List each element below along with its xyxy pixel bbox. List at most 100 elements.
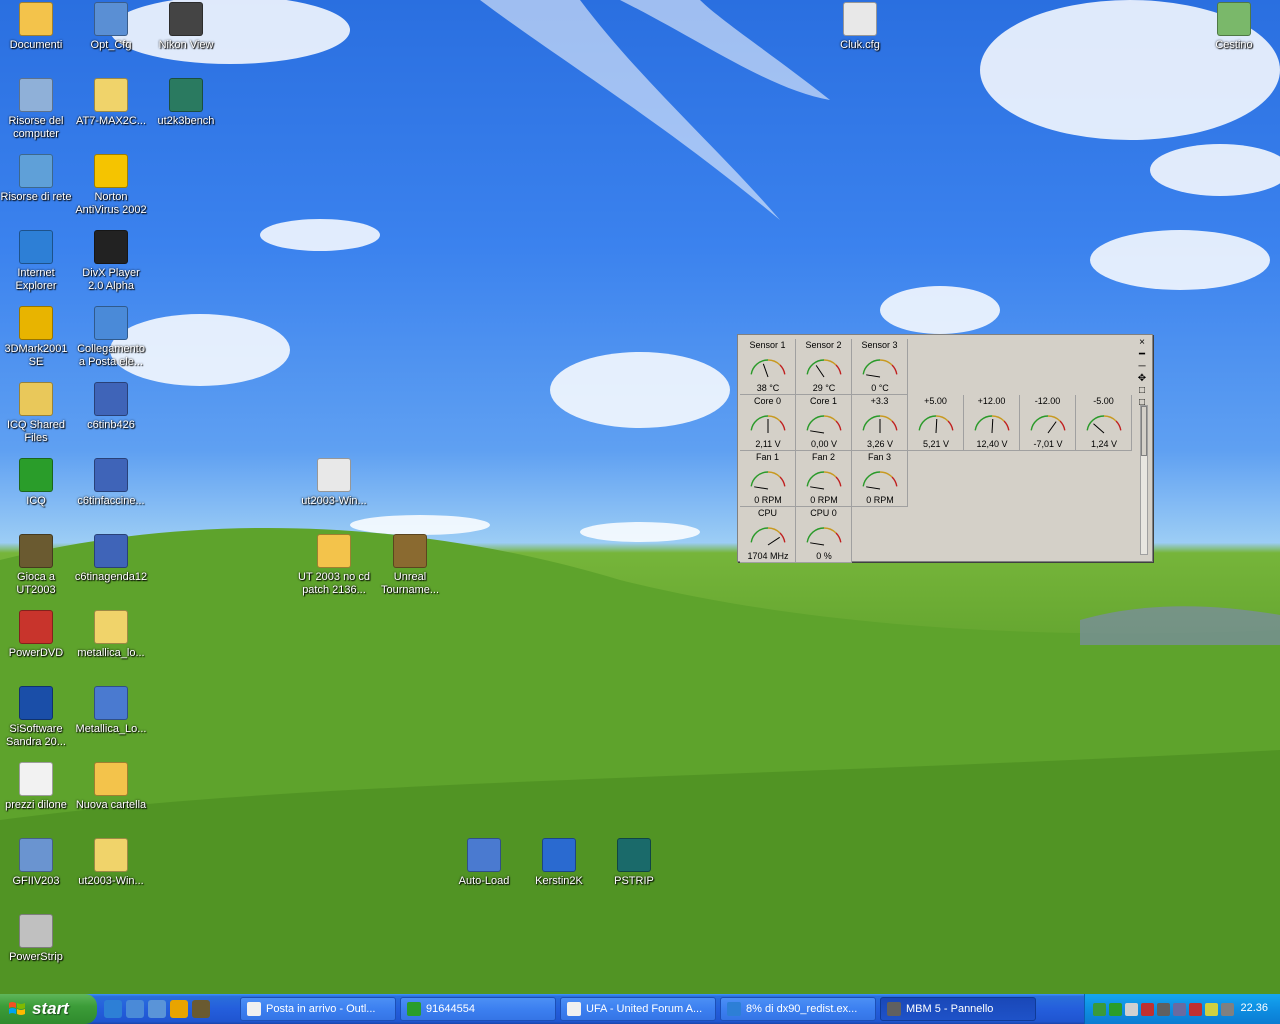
gfi-icon <box>19 838 53 872</box>
mbm-scrollbar[interactable] <box>1140 405 1148 555</box>
gauge-value: 1,24 V <box>1090 439 1118 449</box>
desktop-icon[interactable]: PSTRIP <box>596 838 672 888</box>
media-player-quick-icon[interactable] <box>170 1000 188 1018</box>
taskbar-button[interactable]: Posta in arrivo - Outl... <box>240 997 396 1021</box>
desktop-icon[interactable]: Cluk.cfg <box>822 2 898 52</box>
gauge-dial <box>750 415 786 433</box>
mbm-gauge-cell[interactable]: Core 1 0,00 V <box>796 395 852 451</box>
desktop-icon[interactable]: Risorse del computer <box>0 78 74 141</box>
desktop-icon[interactable]: Opt_Cfg <box>73 2 149 52</box>
desktop-icon[interactable]: ICQ Shared Files <box>0 382 74 445</box>
mbm-gauge-cell[interactable]: Sensor 1 38 °C <box>740 339 796 395</box>
taskbar-button[interactable]: 8% di dx90_redist.ex... <box>720 997 876 1021</box>
gauge-needle <box>767 536 780 546</box>
mbm-close-button[interactable]: × <box>1135 338 1149 349</box>
mbm-panel-window[interactable]: Sensor 1 38 °C Sensor 2 29 °C Sensor 3 0 °C Co… <box>737 334 1153 563</box>
mbm-gauge-cell[interactable]: +12.00 12,40 V <box>964 395 1020 451</box>
installer-icon <box>94 382 128 416</box>
start-button[interactable]: start <box>0 994 97 1024</box>
taskbar-button[interactable]: UFA - United Forum A... <box>560 997 716 1021</box>
desktop-quick-icon[interactable] <box>148 1000 166 1018</box>
desktop-icon[interactable]: Unreal Tourname... <box>372 534 448 597</box>
unreal-icon <box>19 534 53 568</box>
taskbar-button[interactable]: MBM 5 - Pannello <box>880 997 1036 1021</box>
desktop-icon[interactable]: c6tinfaccine... <box>73 458 149 508</box>
desktop-icon[interactable]: PowerStrip <box>0 914 74 964</box>
system-tray: 22.36 <box>1084 994 1280 1024</box>
mbm-move-icon[interactable]: ✥ <box>1135 374 1149 385</box>
mbm-gauge-cell[interactable]: Fan 1 0 RPM <box>740 451 796 507</box>
desktop-icon-label: c6tinagenda12 <box>74 571 148 583</box>
desktop-icon[interactable]: Auto-Load <box>446 838 522 888</box>
desktop-icon[interactable]: c6tinb426 <box>73 382 149 432</box>
mbm-line-icon[interactable]: ─ <box>1135 362 1149 373</box>
desktop-icon[interactable]: Risorse di rete <box>0 154 74 204</box>
mbm-lock-icon[interactable]: □ <box>1135 386 1149 397</box>
mbm-gauge-cell[interactable]: +3.3 3,26 V <box>852 395 908 451</box>
mbm-gauge-cell[interactable]: -12.00 -7,01 V <box>1020 395 1076 451</box>
desktop-icon[interactable]: UT 2003 no cd patch 2136... <box>296 534 372 597</box>
desktop-icon[interactable]: Collegamento a Posta ele... <box>73 306 149 369</box>
desktop-icon[interactable]: Metallica_Lo... <box>73 686 149 736</box>
desktop-icon-label: Opt_Cfg <box>90 39 132 51</box>
mbm-minimize-icon[interactable]: ━ <box>1135 350 1149 361</box>
desktop-icon[interactable]: SiSoftware Sandra 20... <box>0 686 74 749</box>
mail-shortcut-icon <box>94 306 128 340</box>
desktop-icon[interactable]: Cestino <box>1196 2 1272 52</box>
desktop-icon[interactable]: ICQ <box>0 458 74 508</box>
desktop-icon[interactable]: metallica_lo... <box>73 610 149 660</box>
desktop-icon-label: UT 2003 no cd patch 2136... <box>298 571 370 596</box>
desktop-icon[interactable]: DivX Player 2.0 Alpha <box>73 230 149 293</box>
desktop-icon[interactable]: ut2003-Win... <box>73 838 149 888</box>
desktop-icon[interactable]: ut2003-Win... <box>296 458 372 508</box>
mbm-gauge-cell[interactable]: Fan 3 0 RPM <box>852 451 908 507</box>
desktop-icon[interactable]: PowerDVD <box>0 610 74 660</box>
desktop-icon[interactable]: Gioca a UT2003 <box>0 534 74 597</box>
unreal-quick-icon[interactable] <box>192 1000 210 1018</box>
desktop-icon[interactable]: AT7-MAX2C... <box>73 78 149 128</box>
desktop-icon[interactable]: Norton AntiVirus 2002 <box>73 154 149 217</box>
mbm-gauge-cell[interactable]: CPU 1704 MHz <box>740 507 796 563</box>
mbm-gauge-cell[interactable]: +5.00 5,21 V <box>908 395 964 451</box>
desktop-icon[interactable]: 3DMark2001 SE <box>0 306 74 369</box>
tray-icon[interactable] <box>1141 1002 1154 1016</box>
mbm-gauge-cell[interactable]: CPU 0 0 % <box>796 507 852 563</box>
tray-icon[interactable] <box>1221 1002 1234 1016</box>
tray-icon[interactable] <box>1125 1002 1138 1016</box>
desktop-icon[interactable]: GFIIV203 <box>0 838 74 888</box>
tray-icon[interactable] <box>1205 1002 1218 1016</box>
clock[interactable]: 22.36 <box>1240 1002 1268 1014</box>
tray-icon[interactable] <box>1189 1002 1202 1016</box>
desktop-icon-label: ut2k3bench <box>157 115 215 127</box>
gauge-label: CPU <box>757 508 777 518</box>
mbm-gauge-cell[interactable]: Sensor 2 29 °C <box>796 339 852 395</box>
desktop-icon[interactable]: Documenti <box>0 2 74 52</box>
mbm-scroll-thumb[interactable] <box>1141 406 1147 456</box>
mbm-gauge-cell[interactable]: -5.00 1,24 V <box>1076 395 1132 451</box>
tray-icon[interactable] <box>1093 1002 1106 1016</box>
desktop-icon[interactable]: prezzi dilone <box>0 762 74 812</box>
zip-folder-icon <box>94 78 128 112</box>
tray-icon[interactable] <box>1157 1002 1170 1016</box>
desktop-icon[interactable]: c6tinagenda12 <box>73 534 149 584</box>
desktop-icon[interactable]: Nuova cartella <box>73 762 149 812</box>
mbm-gauge-cell[interactable]: Core 0 2,11 V <box>740 395 796 451</box>
gauge-value: 3,26 V <box>866 439 894 449</box>
gauge-value: -7,01 V <box>1033 439 1063 449</box>
tray-icon[interactable] <box>1173 1002 1186 1016</box>
outlook-quick-icon[interactable] <box>126 1000 144 1018</box>
tray-icon[interactable] <box>1109 1002 1122 1016</box>
mbm-gauge-cell[interactable]: Fan 2 0 RPM <box>796 451 852 507</box>
desktop-icon[interactable]: Internet Explorer <box>0 230 74 293</box>
gauge-value: 0 RPM <box>754 495 782 505</box>
desktop-icon[interactable]: Nikon View <box>148 2 224 52</box>
desktop-icon-label: Nikon View <box>158 39 214 51</box>
taskbar-button-label: Posta in arrivo - Outl... <box>266 1003 376 1015</box>
desktop-icon-label: Cluk.cfg <box>840 39 880 51</box>
pstrip-icon <box>617 838 651 872</box>
mbm-gauge-cell[interactable]: Sensor 3 0 °C <box>852 339 908 395</box>
ie-quick-icon[interactable] <box>104 1000 122 1018</box>
desktop-icon[interactable]: ut2k3bench <box>148 78 224 128</box>
desktop-icon[interactable]: Kerstin2K <box>521 838 597 888</box>
taskbar-button[interactable]: 91644554 <box>400 997 556 1021</box>
